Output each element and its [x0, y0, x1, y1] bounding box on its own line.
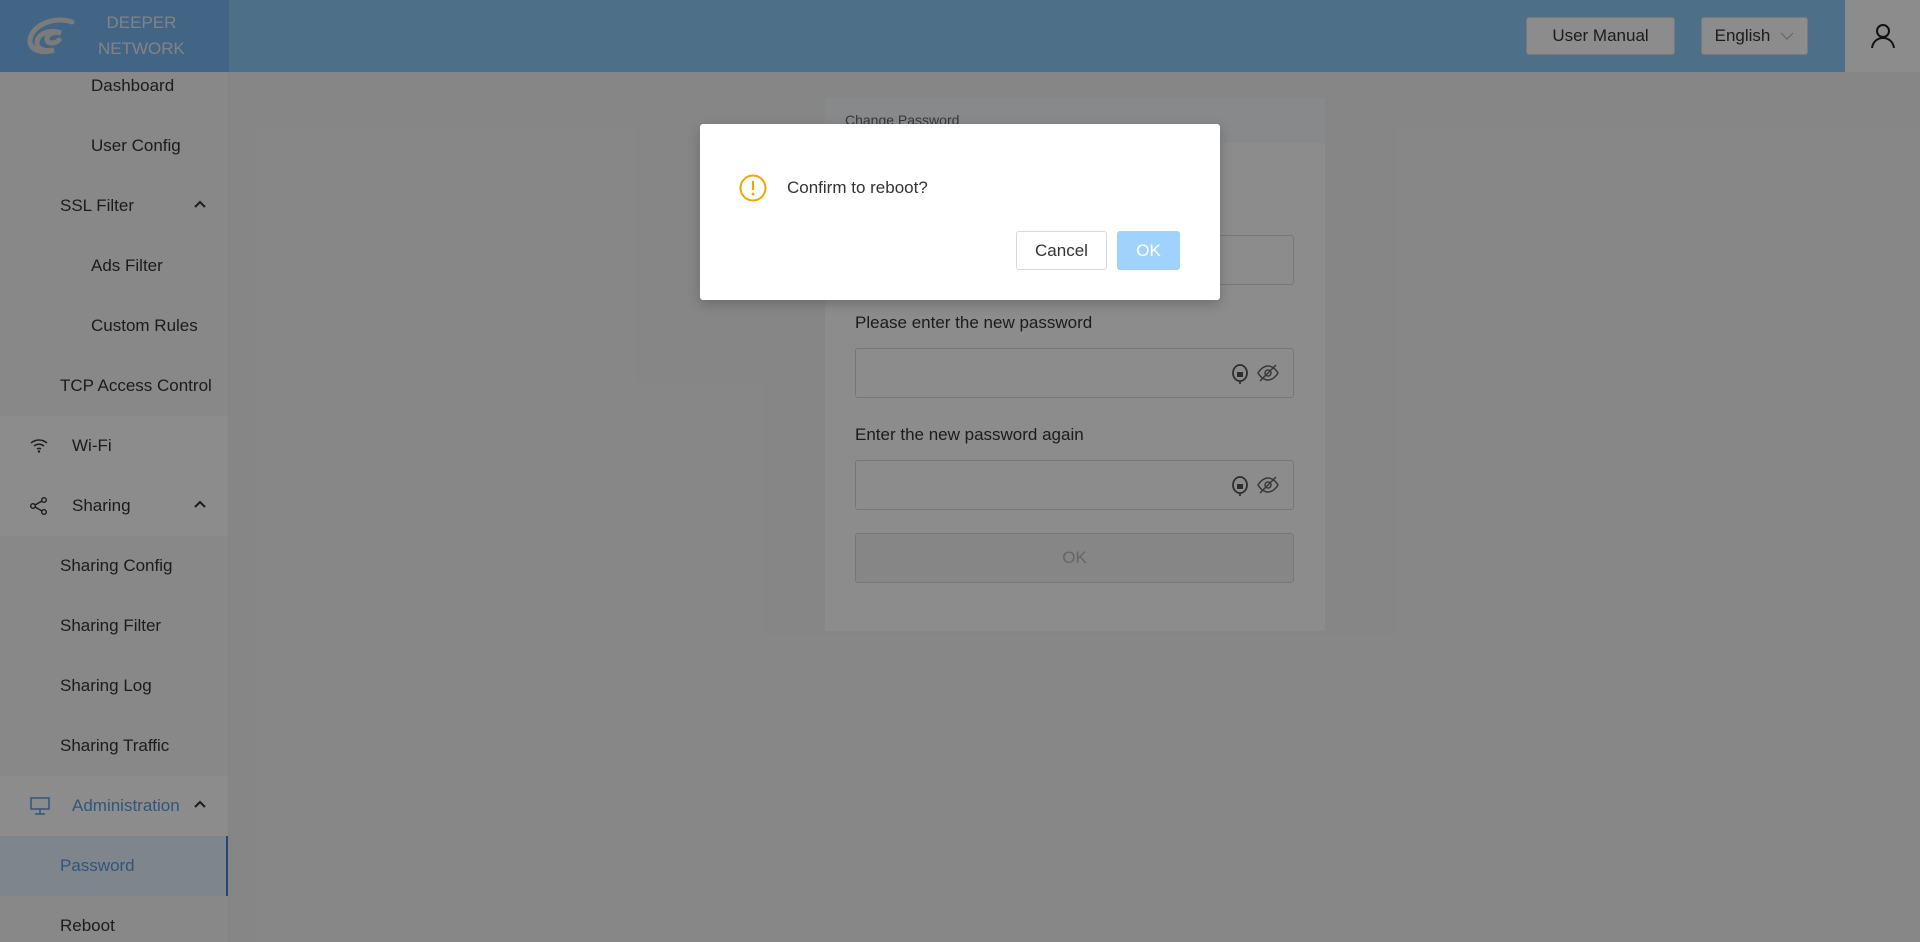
ok-button[interactable]: OK: [1117, 231, 1180, 270]
warning-icon: [739, 174, 767, 202]
cancel-button[interactable]: Cancel: [1016, 231, 1107, 270]
confirm-reboot-dialog: Confirm to reboot? Cancel OK: [700, 124, 1220, 300]
dialog-message: Confirm to reboot?: [787, 178, 928, 197]
